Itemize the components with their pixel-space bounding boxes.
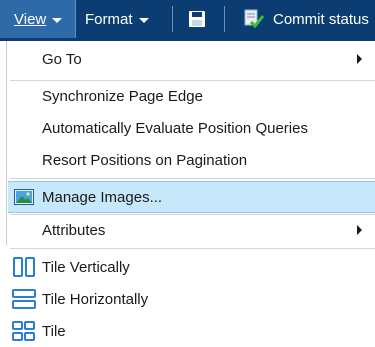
- tile-horizontally-icon: [12, 289, 36, 309]
- toolbar-divider: [224, 6, 225, 32]
- save-icon: [189, 11, 205, 27]
- chevron-down-icon: [138, 17, 149, 23]
- menu-item-label: Manage Images...: [42, 188, 163, 206]
- save-button[interactable]: [186, 0, 208, 38]
- menu-item-tile-horizontally[interactable]: Tile Horizontally: [0, 284, 375, 314]
- menu-separator: [10, 248, 375, 249]
- chevron-right-icon: [357, 225, 362, 235]
- commit-status-icon: [244, 9, 265, 29]
- format-menu-button[interactable]: Format: [76, 0, 149, 38]
- toolbar-divider: [172, 6, 173, 32]
- commit-status-label: Commit status: [273, 10, 369, 28]
- menu-item-label: Go To: [42, 50, 82, 68]
- top-toolbar: View Format Commit status: [0, 0, 375, 41]
- commit-status-button[interactable]: Commit status: [243, 0, 369, 38]
- format-menu-label: Format: [85, 10, 133, 28]
- menu-item-label: Tile Vertically: [42, 258, 130, 276]
- image-icon: [14, 189, 34, 205]
- menu-item-manage-images[interactable]: Manage Images...: [8, 181, 375, 213]
- chevron-down-icon: [52, 17, 63, 23]
- view-menu-button[interactable]: View: [0, 0, 76, 38]
- tile-grid-icon: [12, 321, 35, 341]
- tile-vertically-icon: [13, 257, 35, 277]
- menu-item-go-to[interactable]: Go To: [0, 44, 375, 74]
- menu-item-auto-evaluate-position-queries[interactable]: Automatically Evaluate Position Queries: [0, 113, 375, 143]
- menu-item-label: Automatically Evaluate Position Queries: [42, 119, 308, 137]
- view-menu-label: View: [14, 10, 47, 28]
- menu-item-label: Attributes: [42, 221, 106, 239]
- menu-item-tile-vertically[interactable]: Tile Vertically: [0, 252, 375, 282]
- menu-item-label: Synchronize Page Edge: [42, 87, 203, 105]
- menu-item-attributes[interactable]: Attributes: [0, 215, 375, 245]
- menu-item-label: Resort Positions on Pagination: [42, 151, 248, 169]
- menu-item-label: Tile Horizontally: [42, 290, 149, 308]
- menu-separator: [10, 178, 375, 179]
- menu-item-label: Tile: [42, 322, 66, 340]
- chevron-right-icon: [357, 54, 362, 64]
- menu-item-tile[interactable]: Tile: [0, 316, 375, 346]
- menu-item-synchronize-page-edge[interactable]: Synchronize Page Edge: [0, 81, 375, 111]
- menu-item-resort-positions[interactable]: Resort Positions on Pagination: [0, 145, 375, 175]
